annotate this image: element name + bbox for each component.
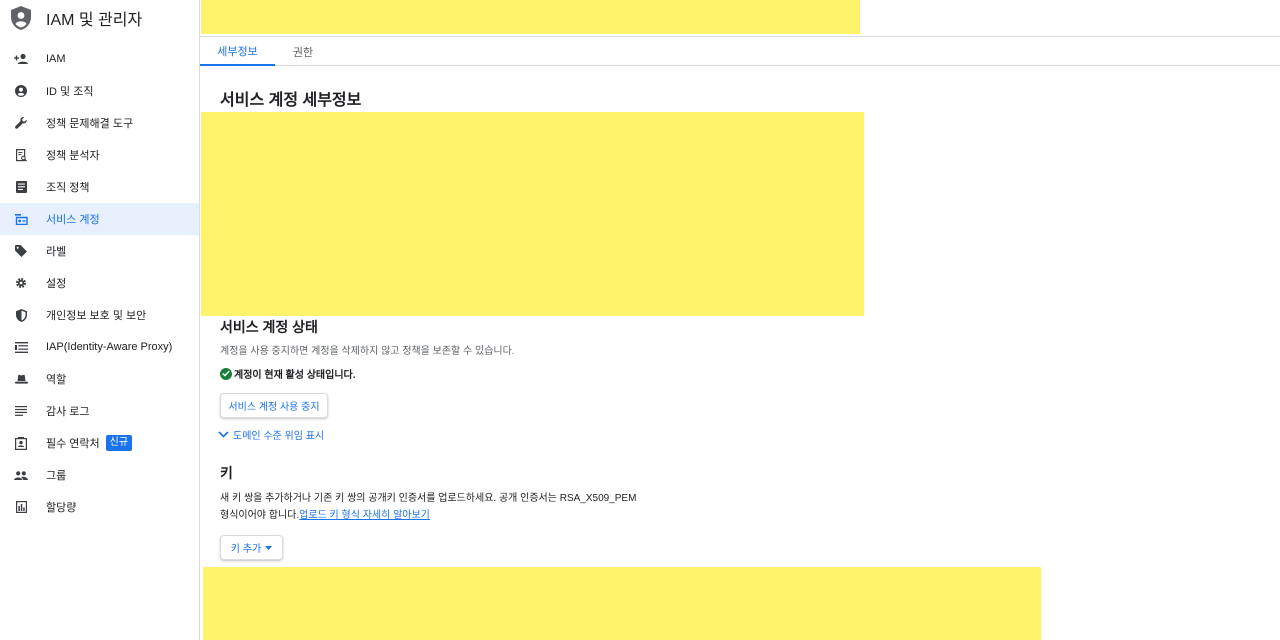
gear-icon — [14, 276, 28, 290]
sidebar-item-label: 서비스 계정 — [46, 214, 100, 226]
sidebar-item-essential-contacts[interactable]: 필수 연락처 신규 — [0, 427, 199, 459]
check-circle-icon — [220, 367, 232, 380]
tab-permissions[interactable]: 권한 — [275, 37, 331, 66]
sidebar-item-service-accounts[interactable]: 서비스 계정 — [0, 203, 199, 235]
sidebar-item-label: 그룹 — [46, 470, 67, 482]
document-list-icon — [14, 180, 28, 194]
service-account-icon — [14, 212, 28, 226]
sidebar-item-policy-troubleshooter[interactable]: 정책 문제해결 도구 — [0, 107, 199, 139]
sidebar-item-label: 역할 — [46, 374, 67, 386]
sidebar-item-label: IAM — [46, 53, 66, 65]
hat-icon — [14, 372, 28, 386]
sidebar-item-label: IAP(Identity-Aware Proxy) — [46, 341, 173, 353]
sidebar-item-identity-org[interactable]: ID 및 조직 — [0, 75, 199, 107]
sidebar-item-policy-analyzer[interactable]: 정책 분석자 — [0, 139, 199, 171]
chevron-down-icon — [218, 431, 229, 438]
keys-description-line1: 새 키 쌍을 추가하거나 기존 키 쌍의 공개키 인증서를 업로드하세요. 공개… — [220, 493, 637, 504]
status-section-description: 계정을 사용 중지하면 계정을 삭제하지 않고 정책을 보존할 수 있습니다. — [220, 346, 515, 357]
sidebar-item-label: ID 및 조직 — [46, 86, 94, 98]
contact-card-icon — [14, 436, 28, 450]
sidebar-item-label: 정책 분석자 — [46, 150, 100, 162]
app-title: IAM 및 관리자 — [46, 12, 143, 29]
sidebar-header: IAM 및 관리자 — [0, 0, 199, 36]
domain-delegation-label: 도메인 수준 위임 표시 — [233, 431, 325, 442]
keys-section-description: 새 키 쌍을 추가하거나 기존 키 쌍의 공개키 인증서를 업로드하세요. 공개… — [220, 490, 650, 524]
quota-icon — [14, 500, 28, 514]
sidebar-item-label: 필수 연락처 — [46, 438, 100, 450]
sidebar-item-groups[interactable]: 그룹 — [0, 459, 199, 491]
sidebar-item-org-policies[interactable]: 조직 정책 — [0, 171, 199, 203]
keys-section-title: 키 — [220, 465, 233, 481]
sidebar-item-label: 조직 정책 — [46, 182, 90, 194]
wrench-icon — [14, 116, 28, 130]
sidebar-item-label: 라벨 — [46, 246, 67, 258]
sidebar-item-label: 감사 로그 — [46, 406, 90, 418]
sidebar: IAM 및 관리자 IAM ID 및 조직 정책 문제해결 도구 정책 분석자 … — [0, 0, 200, 640]
disable-service-account-button[interactable]: 서비스 계정 사용 중지 — [220, 393, 328, 418]
sidebar-item-iap[interactable]: IAP(Identity-Aware Proxy) — [0, 331, 199, 363]
keys-description-line2-wrap: 형식이어야 합니다.업로드 키 형식 자세히 알아보기 — [220, 507, 650, 524]
account-status: 계정이 현재 활성 상태입니다. — [220, 366, 356, 381]
sidebar-item-label: 할당량 — [46, 502, 77, 514]
sidebar-item-labels[interactable]: 라벨 — [0, 235, 199, 267]
redacted-region — [203, 567, 1041, 640]
sidebar-item-audit-logs[interactable]: 감사 로그 — [0, 395, 199, 427]
shield-icon — [14, 308, 28, 322]
tag-icon — [14, 244, 28, 258]
keys-description-line2: 형식이어야 합니다. — [220, 510, 300, 521]
account-status-text: 계정이 현재 활성 상태입니다. — [234, 370, 356, 381]
sidebar-item-label: 정책 문제해결 도구 — [46, 118, 134, 130]
add-key-button[interactable]: 키 추가 — [220, 535, 283, 560]
tab-details[interactable]: 세부정보 — [200, 37, 275, 66]
tab-bar: 세부정보 권한 — [200, 37, 1280, 66]
account-circle-icon — [14, 84, 28, 98]
sidebar-item-roles[interactable]: 역할 — [0, 363, 199, 395]
redacted-region — [201, 112, 864, 316]
iap-icon — [14, 340, 28, 354]
group-icon — [14, 468, 28, 482]
caret-down-icon — [265, 545, 273, 550]
person-add-icon — [14, 52, 28, 66]
sidebar-item-settings[interactable]: 설정 — [0, 267, 199, 299]
list-icon — [14, 404, 28, 418]
add-key-label: 키 추가 — [230, 544, 262, 555]
sidebar-item-privacy-security[interactable]: 개인정보 보호 및 보안 — [0, 299, 199, 331]
sidebar-item-quotas[interactable]: 할당량 — [0, 491, 199, 523]
new-badge: 신규 — [105, 435, 133, 451]
sidebar-nav: IAM ID 및 조직 정책 문제해결 도구 정책 분석자 조직 정책 서비스 … — [0, 43, 199, 523]
sidebar-item-label: 개인정보 보호 및 보안 — [46, 310, 147, 322]
shield-person-icon — [10, 5, 32, 31]
learn-more-link[interactable]: 업로드 키 형식 자세히 알아보기 — [299, 510, 430, 521]
sidebar-item-label: 설정 — [46, 278, 67, 290]
sidebar-item-iam[interactable]: IAM — [0, 43, 199, 75]
redacted-region — [201, 0, 860, 34]
policy-search-icon — [14, 148, 28, 162]
page-title: 서비스 계정 세부정보 — [220, 92, 362, 109]
domain-delegation-toggle[interactable]: 도메인 수준 위임 표시 — [218, 427, 324, 442]
status-section-title: 서비스 계정 상태 — [220, 319, 318, 335]
